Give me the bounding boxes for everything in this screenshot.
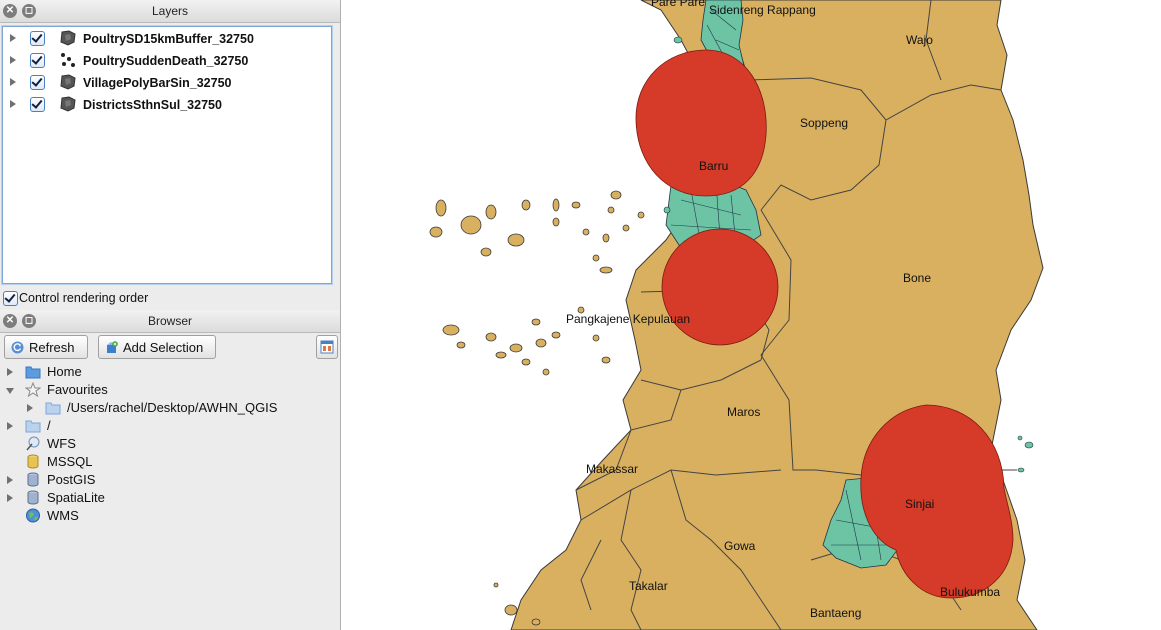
browser-toolbar: Refresh Add Selection — [0, 333, 340, 363]
add-layer-icon — [107, 341, 118, 353]
collapse-icon — [320, 340, 334, 354]
browser-item-label: WFS — [47, 436, 76, 451]
map-label-soppeng: Soppeng — [800, 116, 848, 130]
database-icon — [27, 472, 39, 487]
expand-arrow-icon[interactable] — [10, 78, 16, 86]
map-svg: Pare Pare Sidenreng Rappang Wajo Soppeng… — [429, 0, 1044, 630]
expand-arrow-icon[interactable] — [7, 368, 13, 376]
database-icon — [27, 454, 39, 469]
map-label-barru: Barru — [699, 159, 728, 173]
map-label-bone: Bone — [903, 271, 931, 285]
browser-item-root[interactable]: / — [0, 417, 340, 435]
database-icon — [27, 490, 39, 505]
map-canvas[interactable]: Pare Pare Sidenreng Rappang Wajo Soppeng… — [341, 0, 1161, 630]
map-label-takalar: Takalar — [629, 579, 668, 593]
map-label-sidenreng-rappang: Sidenreng Rappang — [709, 3, 816, 17]
expand-arrow-icon[interactable] — [7, 476, 13, 484]
browser-item-favourites[interactable]: Favourites — [0, 381, 340, 399]
layer-visibility-checkbox[interactable] — [30, 75, 45, 90]
layer-visibility-checkbox[interactable] — [30, 97, 45, 112]
browser-item-spatialite[interactable]: SpatiaLite — [0, 489, 340, 507]
collapse-all-button[interactable] — [316, 335, 338, 359]
browser-item-home[interactable]: Home — [0, 363, 340, 381]
control-rendering-order[interactable]: Control rendering order — [0, 289, 340, 309]
browser-panel-title: Browser — [147, 314, 192, 328]
layers-panel-titlebar: ✕ ◻ Layers — [0, 0, 340, 23]
layer-visibility-checkbox[interactable] — [30, 31, 45, 46]
add-selection-button[interactable]: Add Selection — [98, 335, 216, 359]
folder-icon — [45, 402, 61, 415]
map-label-pare-pare: Pare Pare — [651, 0, 705, 9]
polygon-layer-icon — [60, 30, 76, 46]
browser-item-label: SpatiaLite — [47, 490, 105, 505]
layer-visibility-checkbox[interactable] — [30, 53, 45, 68]
browser-panel-titlebar: ✕ ◻ Browser — [0, 310, 340, 333]
expand-arrow-icon[interactable] — [7, 422, 13, 430]
expand-arrow-icon[interactable] — [10, 34, 16, 42]
globe-icon — [26, 508, 40, 523]
browser-item-label: Home — [47, 364, 82, 379]
browser-item-favourite-folder[interactable]: /Users/rachel/Desktop/AWHN_QGIS — [0, 399, 340, 417]
control-rendering-order-label: Control rendering order — [19, 291, 149, 305]
wfs-icon — [26, 436, 40, 451]
browser-item-label: PostGIS — [47, 472, 96, 487]
browser-item-label: /Users/rachel/Desktop/AWHN_QGIS — [67, 400, 278, 415]
browser-item-wms[interactable]: WMS — [0, 507, 340, 525]
browser-item-wfs[interactable]: WFS — [0, 435, 340, 453]
refresh-icon — [11, 341, 24, 354]
browser-item-postgis[interactable]: PostGIS — [0, 471, 340, 489]
layer-name: PoultrySuddenDeath_32750 — [83, 54, 249, 68]
control-rendering-order-checkbox[interactable] — [3, 291, 18, 306]
refresh-button[interactable]: Refresh — [4, 335, 88, 359]
layer-name: DistrictsSthnSul_32750 — [83, 98, 222, 112]
map-label-sinjai: Sinjai — [905, 497, 934, 511]
expand-arrow-icon[interactable] — [10, 56, 16, 64]
layer-row[interactable]: VillagePolyBarSin_32750 — [3, 72, 331, 94]
map-label-bulukumba: Bulukumba — [940, 585, 1000, 599]
browser-item-mssql[interactable]: MSSQL — [0, 453, 340, 471]
map-label-gowa: Gowa — [724, 539, 756, 553]
polygon-layer-icon — [60, 74, 76, 90]
browser-item-label: / — [47, 418, 51, 433]
layers-list[interactable]: PoultrySD15kmBuffer_32750 PoultrySuddenD… — [2, 26, 332, 284]
map-label-makassar: Makassar — [586, 462, 638, 476]
map-label-maros: Maros — [727, 405, 760, 419]
left-dock: ✕ ◻ Layers PoultrySD15kmBuffer_32750 Pou… — [0, 0, 341, 630]
expand-arrow-icon[interactable] — [27, 404, 33, 412]
layer-row[interactable]: PoultrySD15kmBuffer_32750 — [3, 28, 331, 50]
layer-row[interactable]: DistrictsSthnSul_32750 — [3, 94, 331, 116]
layer-row[interactable]: PoultrySuddenDeath_32750 — [3, 50, 331, 72]
polygon-layer-icon — [60, 96, 76, 112]
folder-icon — [25, 366, 41, 379]
map-label-pangkajene-kepulauan: Pangkajene Kepulauan — [566, 312, 690, 326]
add-selection-label: Add Selection — [123, 340, 204, 355]
map-label-wajo: Wajo — [906, 33, 933, 47]
browser-item-label: Favourites — [47, 382, 108, 397]
point-layer-icon — [61, 53, 75, 67]
collapse-arrow-icon[interactable] — [6, 388, 14, 394]
folder-icon — [25, 420, 41, 433]
expand-arrow-icon[interactable] — [10, 100, 16, 108]
refresh-label: Refresh — [29, 340, 75, 355]
browser-item-label: MSSQL — [47, 454, 93, 469]
layers-panel-title: Layers — [151, 4, 189, 18]
star-icon — [25, 382, 41, 397]
layer-name: VillagePolyBarSin_32750 — [83, 76, 232, 90]
layer-name: PoultrySD15kmBuffer_32750 — [83, 32, 254, 46]
browser-item-label: WMS — [47, 508, 79, 523]
map-label-bantaeng: Bantaeng — [810, 606, 861, 620]
expand-arrow-icon[interactable] — [7, 494, 13, 502]
